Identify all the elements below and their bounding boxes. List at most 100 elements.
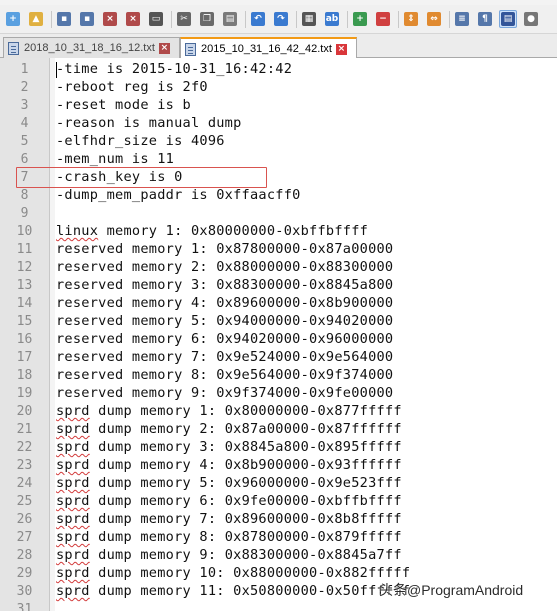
replace-glyph: ab: [325, 12, 339, 26]
save-icon[interactable]: ▪: [55, 10, 73, 28]
editor-line[interactable]: 3 -reset mode is b: [0, 96, 557, 114]
editor-line[interactable]: 8 -dump_mem_paddr is 0xffaacff0: [0, 186, 557, 204]
close-tab-icon[interactable]: ×: [335, 43, 347, 55]
spellcheck-word: linux: [56, 223, 99, 239]
text-editor[interactable]: 1 -time is 2015-10-31_16:42:42 2 -reboot re…: [0, 58, 557, 611]
find-icon[interactable]: ▦: [300, 10, 318, 28]
spellcheck-word: sprd: [56, 565, 90, 581]
line-number: 12: [16, 259, 33, 275]
editor-line[interactable]: 12 reserved memory 2: 0x88000000-0x883000…: [0, 258, 557, 276]
text-caret: [56, 62, 57, 78]
line-text: sprd dump memory 1: 0x80000000-0x877ffff…: [56, 403, 402, 419]
print-icon[interactable]: ▭: [147, 10, 165, 28]
line-text: reserved memory 7: 0x9e524000-0x9e564000: [56, 349, 394, 365]
editor-line[interactable]: 2 -reboot reg is 2f0: [0, 78, 557, 96]
tab-label: 2018_10_31_18_16_12.txt: [24, 42, 155, 54]
editor-line[interactable]: 14 reserved memory 4: 0x89600000-0x8b9000…: [0, 294, 557, 312]
paste-glyph: ▤: [223, 12, 237, 26]
editor-line[interactable]: 1 -time is 2015-10-31_16:42:42: [0, 60, 557, 78]
indent-guide-icon[interactable]: ▤: [499, 10, 517, 28]
cut-icon[interactable]: ✂: [175, 10, 193, 28]
editor-line[interactable]: 15 reserved memory 5: 0x94000000-0x940200…: [0, 312, 557, 330]
line-number: 19: [16, 385, 33, 401]
copy-icon[interactable]: ❐: [198, 10, 216, 28]
cut-glyph: ✂: [177, 12, 191, 26]
line-number: 28: [16, 547, 33, 563]
editor-line[interactable]: 26 sprd dump memory 7: 0x89600000-0x8b8ff…: [0, 510, 557, 528]
editor-line[interactable]: 23 sprd dump memory 4: 0x8b900000-0x93fff…: [0, 456, 557, 474]
line-number: 23: [16, 457, 33, 473]
line-number: 2: [20, 79, 29, 95]
spellcheck-word: sprd: [56, 439, 90, 455]
toolbar: + ▲ ▪ ▪ × × ▭ ✂ ❐ ▤ ↶ ↷ ▦ ab + − ⇕ ⇔ ≡ ¶ ▤ ●: [0, 5, 557, 34]
editor-lines: 1 -time is 2015-10-31_16:42:42 2 -reboot re…: [0, 60, 557, 611]
line-number: 29: [16, 565, 33, 581]
editor-line[interactable]: 4 -reason is manual dump: [0, 114, 557, 132]
new-file-glyph: +: [6, 12, 20, 26]
editor-line[interactable]: 20 sprd dump memory 1: 0x80000000-0x877ff…: [0, 402, 557, 420]
new-file-icon[interactable]: +: [4, 10, 22, 28]
line-number: 27: [16, 529, 33, 545]
line-text: -dump_mem_paddr is 0xffaacff0: [56, 187, 301, 203]
spellcheck-word: sprd: [56, 421, 90, 437]
line-text: -reset mode is b: [56, 97, 191, 113]
zoom-in-icon[interactable]: +: [351, 10, 369, 28]
line-number: 6: [20, 151, 29, 167]
line-text: reserved memory 2: 0x88000000-0x88300000: [56, 259, 394, 275]
toolbar-separator: [449, 11, 450, 28]
line-text: -time is 2015-10-31_16:42:42: [56, 61, 293, 77]
spellcheck-word: sprd: [56, 529, 90, 545]
editor-line[interactable]: 22 sprd dump memory 3: 0x8845a800-0x895ff…: [0, 438, 557, 456]
macro-record-icon[interactable]: ●: [522, 10, 540, 28]
toolbar-separator: [171, 11, 172, 28]
line-text: -elfhdr_size is 4096: [56, 133, 225, 149]
line-text: reserved memory 4: 0x89600000-0x8b900000: [56, 295, 394, 311]
close-icon[interactable]: ×: [101, 10, 119, 28]
line-text: sprd dump memory 2: 0x87a00000-0x87fffff…: [56, 421, 402, 437]
editor-line[interactable]: 13 reserved memory 3: 0x88300000-0x8845a8…: [0, 276, 557, 294]
sync-vertical-icon[interactable]: ⇕: [402, 10, 420, 28]
editor-line[interactable]: 19 reserved memory 9: 0x9f374000-0x9fe000…: [0, 384, 557, 402]
paste-icon[interactable]: ▤: [221, 10, 239, 28]
zoom-out-icon[interactable]: −: [374, 10, 392, 28]
editor-line[interactable]: 25 sprd dump memory 6: 0x9fe00000-0xbffbf…: [0, 492, 557, 510]
save-all-icon[interactable]: ▪: [78, 10, 96, 28]
sync-horizontal-icon[interactable]: ⇔: [425, 10, 443, 28]
editor-line[interactable]: 17 reserved memory 7: 0x9e524000-0x9e5640…: [0, 348, 557, 366]
editor-line[interactable]: 9: [0, 204, 557, 222]
show-all-chars-icon[interactable]: ¶: [476, 10, 494, 28]
editor-line[interactable]: 31: [0, 600, 557, 611]
close-tab-icon[interactable]: ×: [158, 42, 170, 54]
editor-line[interactable]: 28 sprd dump memory 9: 0x88300000-0x8845a…: [0, 546, 557, 564]
line-number: 4: [20, 115, 29, 131]
editor-line[interactable]: 18 reserved memory 8: 0x9e564000-0x9f3740…: [0, 366, 557, 384]
open-file-icon[interactable]: ▲: [27, 10, 45, 28]
line-text: -reboot reg is 2f0: [56, 79, 208, 95]
tab-file-2018[interactable]: 2018_10_31_18_16_12.txt ×: [3, 37, 180, 58]
undo-glyph: ↶: [251, 12, 265, 26]
editor-line[interactable]: 11 reserved memory 1: 0x87800000-0x87a000…: [0, 240, 557, 258]
line-text: sprd dump memory 11: 0x50800000-0x50ffff…: [56, 583, 411, 599]
spellcheck-word: sprd: [56, 511, 90, 527]
redo-icon[interactable]: ↷: [272, 10, 290, 28]
line-number: 8: [20, 187, 29, 203]
editor-line[interactable]: 5 -elfhdr_size is 4096: [0, 132, 557, 150]
tab-file-2015[interactable]: 2015_10_31_16_42_42.txt ×: [180, 37, 357, 59]
line-text: sprd dump memory 7: 0x89600000-0x8b8ffff…: [56, 511, 402, 527]
line-text: reserved memory 3: 0x88300000-0x8845a800: [56, 277, 394, 293]
save-glyph: ▪: [57, 12, 71, 26]
word-wrap-icon[interactable]: ≡: [453, 10, 471, 28]
editor-line[interactable]: 27 sprd dump memory 8: 0x87800000-0x879ff…: [0, 528, 557, 546]
line-number: 5: [20, 133, 29, 149]
undo-icon[interactable]: ↶: [249, 10, 267, 28]
editor-line[interactable]: 21 sprd dump memory 2: 0x87a00000-0x87fff…: [0, 420, 557, 438]
save-all-glyph: ▪: [80, 12, 94, 26]
editor-line[interactable]: 10 linux memory 1: 0x80000000-0xbffbffff: [0, 222, 557, 240]
editor-line[interactable]: 6 -mem_num is 11: [0, 150, 557, 168]
editor-line[interactable]: 24 sprd dump memory 5: 0x96000000-0x9e523…: [0, 474, 557, 492]
close-all-icon[interactable]: ×: [124, 10, 142, 28]
editor-line[interactable]: 16 reserved memory 6: 0x94020000-0x960000…: [0, 330, 557, 348]
replace-icon[interactable]: ab: [323, 10, 341, 28]
close-glyph: ×: [103, 12, 117, 26]
spellcheck-word: sprd: [56, 457, 90, 473]
